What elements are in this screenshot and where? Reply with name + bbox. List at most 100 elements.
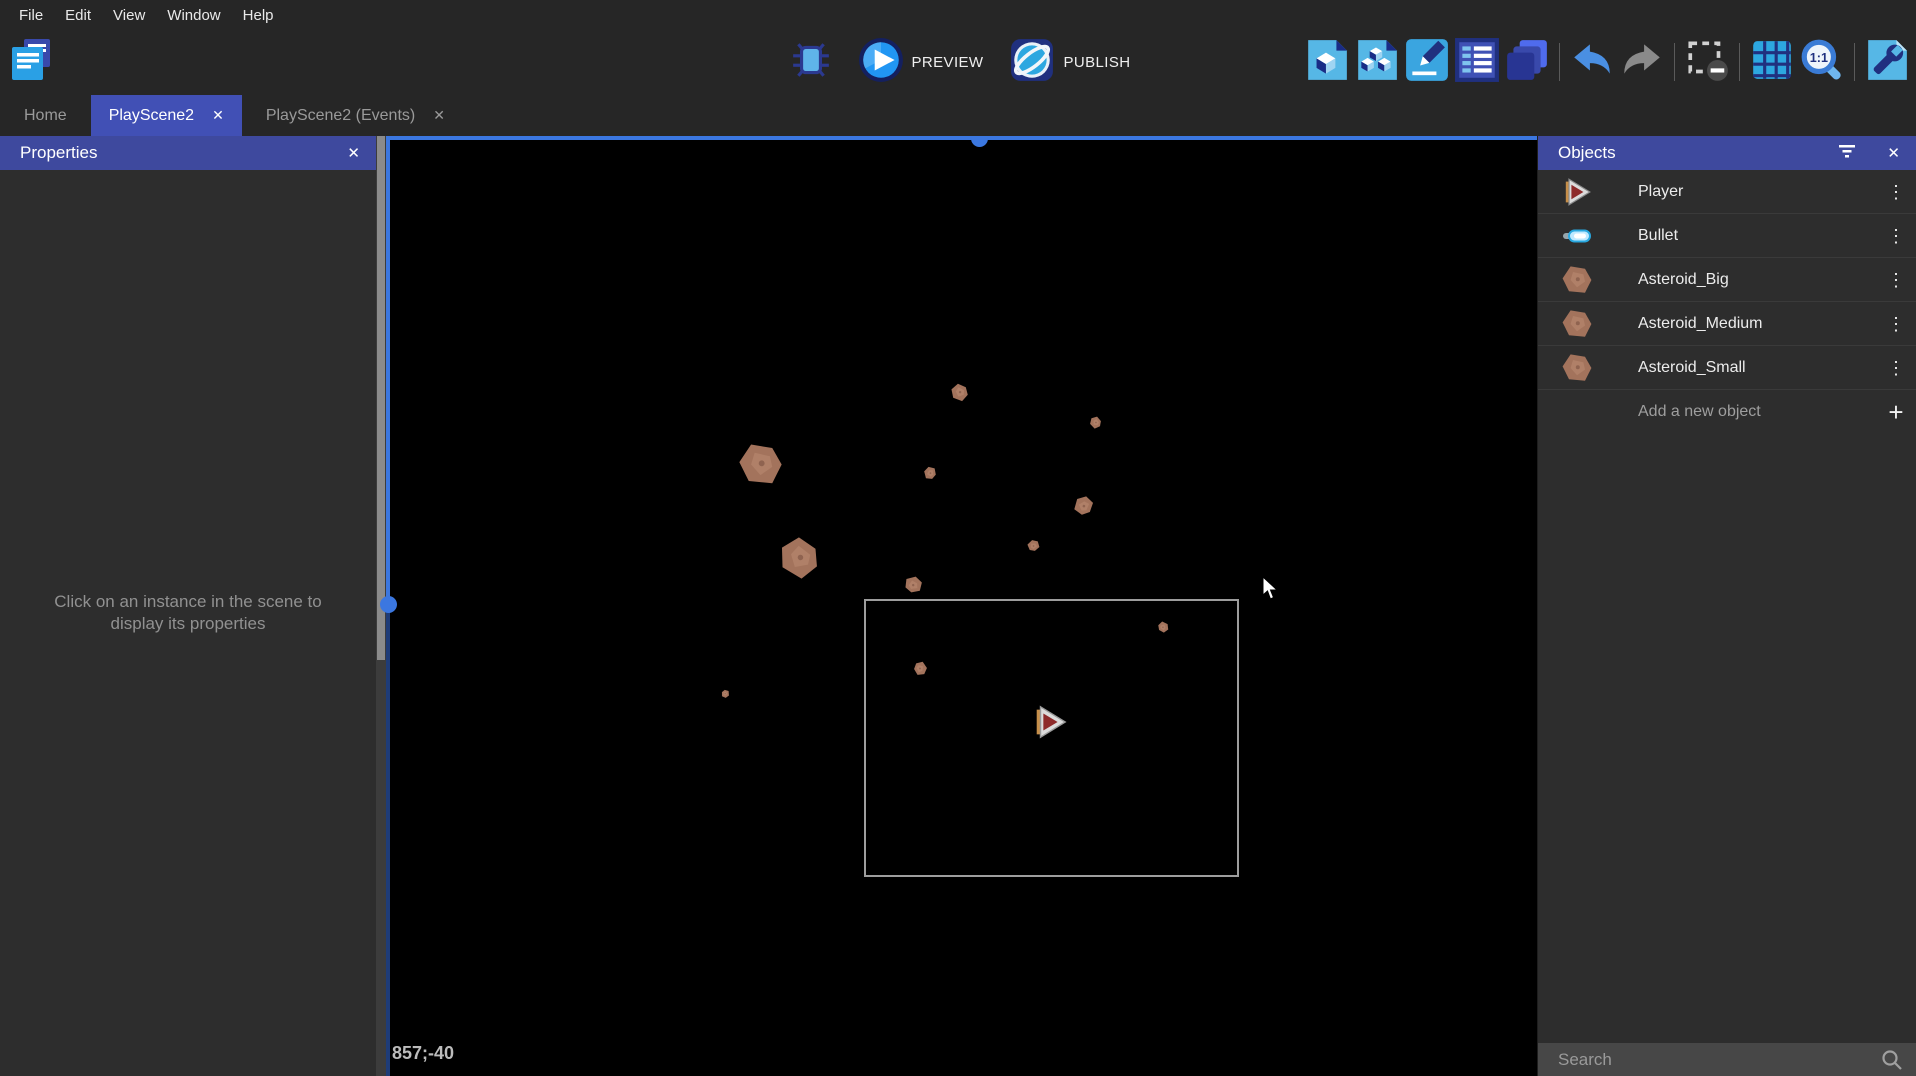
object-row-player[interactable]: Player ⋮ xyxy=(1538,170,1916,214)
grid-icon xyxy=(1749,37,1795,88)
asteroid-icon xyxy=(1560,351,1594,385)
properties-empty-message: Click on an instance in the scene to dis… xyxy=(38,591,338,635)
publish-button[interactable]: PUBLISH xyxy=(1009,37,1130,88)
scene-instance-asteroid_small[interactable] xyxy=(921,464,939,482)
layers-button[interactable] xyxy=(1502,34,1552,90)
scene-instance-asteroid_small[interactable] xyxy=(1086,413,1104,431)
clear-selection-button[interactable] xyxy=(1682,34,1732,90)
menu-bar: File Edit View Window Help xyxy=(0,0,1916,30)
toolbar-separator xyxy=(1559,43,1560,81)
undo-button[interactable] xyxy=(1567,34,1617,90)
tab-label: PlayScene2 (Events) xyxy=(266,107,415,125)
edit-scene-properties-button[interactable] xyxy=(1402,34,1452,90)
publish-globe-icon xyxy=(1009,37,1055,88)
menu-view[interactable]: View xyxy=(102,0,156,30)
preview-button[interactable]: PREVIEW xyxy=(858,37,984,88)
edit-object-groups-button[interactable] xyxy=(1352,34,1402,90)
scene-instance-asteroid_big[interactable] xyxy=(737,441,784,488)
menu-edit[interactable]: Edit xyxy=(54,0,102,30)
scene-instance-asteroid_small[interactable] xyxy=(1155,620,1170,635)
instances-list-icon xyxy=(1454,37,1500,88)
menu-help[interactable]: Help xyxy=(232,0,285,30)
preview-label: PREVIEW xyxy=(912,54,984,71)
toggle-grid-button[interactable] xyxy=(1747,34,1797,90)
kebab-menu-icon[interactable]: ⋮ xyxy=(1876,346,1916,390)
scene-instance-asteroid_medium[interactable] xyxy=(947,380,970,403)
object-cube-page-icon xyxy=(1304,37,1350,88)
objects-search-bar xyxy=(1538,1043,1916,1076)
tab-home[interactable]: Home xyxy=(0,95,91,136)
object-name: Player xyxy=(1638,183,1876,201)
bullet-icon xyxy=(1560,219,1594,253)
zoom-1to1-icon: 1:1 xyxy=(1799,37,1845,88)
scene-instance-asteroid_small[interactable] xyxy=(909,657,930,678)
svg-text:1:1: 1:1 xyxy=(1810,51,1828,65)
redo-arrow-icon xyxy=(1619,37,1665,88)
kebab-menu-icon[interactable]: ⋮ xyxy=(1876,214,1916,258)
mouse-cursor-icon xyxy=(1262,576,1279,607)
instances-list-button[interactable] xyxy=(1452,34,1502,90)
close-tab-icon[interactable]: ✕ xyxy=(433,107,445,124)
player-ship-icon xyxy=(1560,175,1594,209)
project-settings-button[interactable] xyxy=(1862,34,1912,90)
scene-instance-asteroid_small[interactable] xyxy=(1024,536,1042,554)
kebab-menu-icon[interactable]: ⋮ xyxy=(1876,302,1916,346)
tab-label: PlayScene2 xyxy=(109,107,194,125)
object-row-asteroid-small[interactable]: Asteroid_Small ⋮ xyxy=(1538,346,1916,390)
objects-panel-header: Objects ✕ xyxy=(1538,136,1916,170)
editor-tab-bar: Home PlayScene2 ✕ PlayScene2 (Events) ✕ xyxy=(0,95,1916,136)
scene-instance-asteroid_small[interactable] xyxy=(716,689,726,699)
tab-playscene2-events[interactable]: PlayScene2 (Events) ✕ xyxy=(242,95,469,136)
tab-playscene2[interactable]: PlayScene2 ✕ xyxy=(91,95,242,136)
scene-instance-player[interactable] xyxy=(1031,703,1069,741)
toolbar-separator xyxy=(1739,43,1740,81)
add-object-row[interactable]: Add a new object + xyxy=(1538,390,1916,434)
close-icon[interactable]: ✕ xyxy=(1887,144,1900,162)
objects-panel-title: Objects xyxy=(1558,143,1616,163)
pencil-edit-icon xyxy=(1404,37,1450,88)
wrench-settings-icon xyxy=(1864,37,1910,88)
plus-icon[interactable]: + xyxy=(1876,397,1916,428)
menu-window[interactable]: Window xyxy=(156,0,231,30)
properties-panel: Properties ✕ Click on an instance in the… xyxy=(0,136,376,1076)
object-row-bullet[interactable]: Bullet ⋮ xyxy=(1538,214,1916,258)
scene-instance-asteroid_big[interactable] xyxy=(770,529,828,587)
scene-canvas[interactable]: 857;-40 xyxy=(376,136,1537,1076)
object-name: Asteroid_Big xyxy=(1638,271,1876,289)
asteroid-icon xyxy=(1560,263,1594,297)
object-row-asteroid-medium[interactable]: Asteroid_Medium ⋮ xyxy=(1538,302,1916,346)
object-groups-icon xyxy=(1354,37,1400,88)
kebab-menu-icon[interactable]: ⋮ xyxy=(1876,258,1916,302)
preview-play-icon xyxy=(858,37,904,88)
search-input[interactable] xyxy=(1538,1050,1881,1070)
redo-button[interactable] xyxy=(1617,34,1667,90)
object-name: Bullet xyxy=(1638,227,1876,245)
add-object-label: Add a new object xyxy=(1638,403,1876,421)
debugger-button[interactable] xyxy=(786,34,836,90)
asteroid-icon xyxy=(1560,307,1594,341)
layers-icon xyxy=(1504,37,1550,88)
toolbar-separator xyxy=(1674,43,1675,81)
object-row-asteroid-big[interactable]: Asteroid_Big ⋮ xyxy=(1538,258,1916,302)
edit-objects-button[interactable] xyxy=(1302,34,1352,90)
publish-label: PUBLISH xyxy=(1063,54,1130,71)
objects-panel: Objects ✕ Player ⋮ xyxy=(1537,136,1916,1076)
close-icon[interactable]: ✕ xyxy=(347,144,360,162)
kebab-menu-icon[interactable]: ⋮ xyxy=(1876,170,1916,214)
cursor-coordinates: 857;-40 xyxy=(392,1043,454,1064)
scene-instances xyxy=(376,136,1537,1076)
scene-instance-asteroid_medium[interactable] xyxy=(901,572,925,596)
properties-panel-header: Properties ✕ xyxy=(0,136,376,170)
properties-panel-title: Properties xyxy=(20,143,97,163)
undo-arrow-icon xyxy=(1569,37,1615,88)
object-name: Asteroid_Small xyxy=(1638,359,1876,377)
bug-debugger-icon xyxy=(790,39,832,86)
object-name: Asteroid_Medium xyxy=(1638,315,1876,333)
scene-instance-asteroid_medium[interactable] xyxy=(1071,493,1095,517)
close-tab-icon[interactable]: ✕ xyxy=(212,107,224,124)
toolbar-separator xyxy=(1854,43,1855,81)
menu-file[interactable]: File xyxy=(8,0,54,30)
zoom-1to1-button[interactable]: 1:1 xyxy=(1797,34,1847,90)
filter-icon[interactable] xyxy=(1837,143,1857,164)
tab-label: Home xyxy=(24,107,67,125)
